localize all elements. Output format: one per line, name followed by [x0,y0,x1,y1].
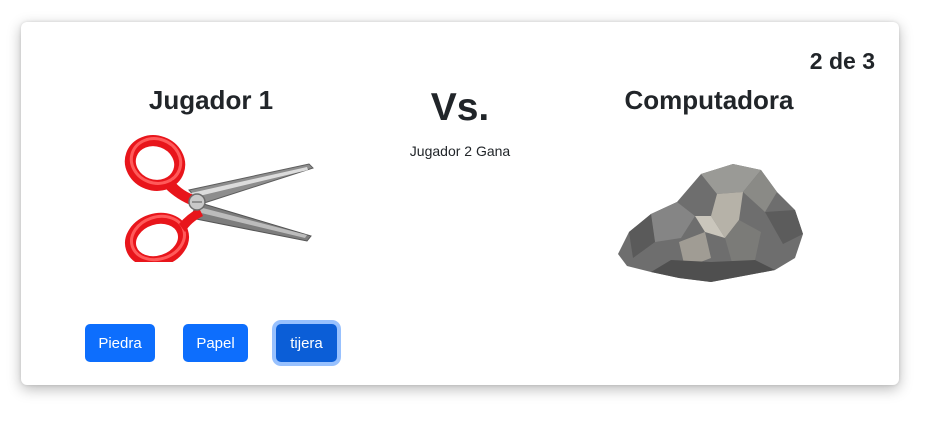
papel-button[interactable]: Papel [183,324,248,362]
tijera-button[interactable]: tijera [276,324,337,362]
computer-title: Computadora [624,85,794,115]
scissors-icon [124,135,314,262]
player-title: Jugador 1 [148,85,274,115]
game-card: 2 de 3 Jugador 1 Vs. Jugador 2 Gana Comp… [21,22,899,385]
vs-title: Vs. [430,86,490,129]
result-text: Jugador 2 Gana [409,143,511,159]
rock-icon [618,164,803,282]
round-counter: 2 de 3 [809,48,875,74]
piedra-button[interactable]: Piedra [85,324,155,362]
